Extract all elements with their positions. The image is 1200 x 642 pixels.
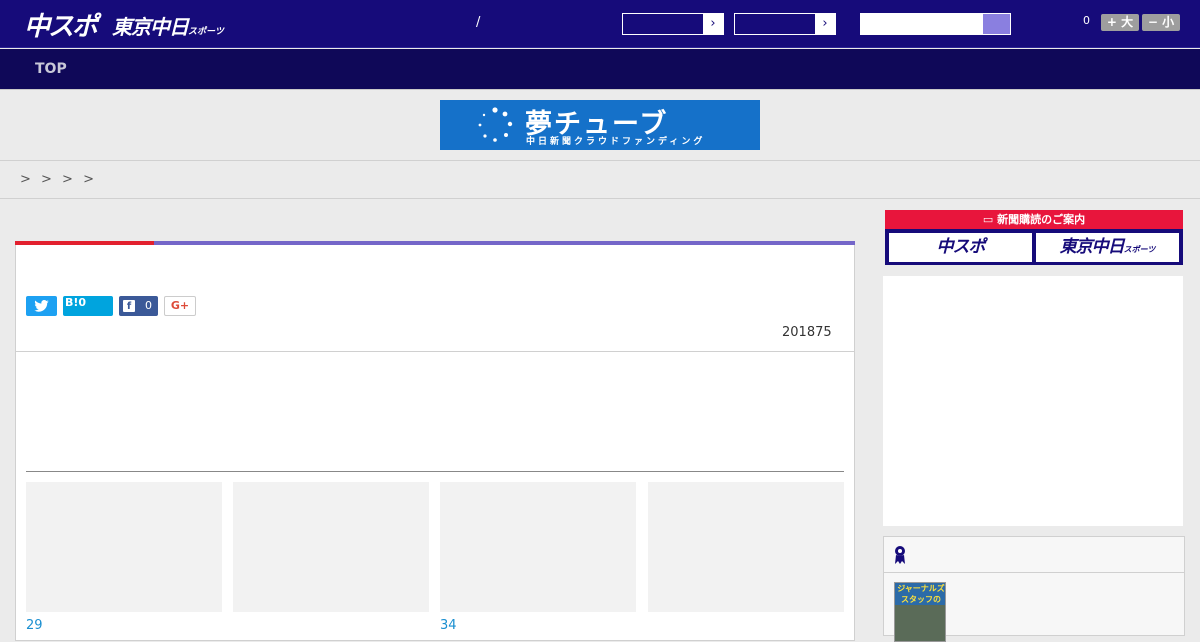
ranking-item-thumbnail[interactable]: ジャーナルズ スタッフの <box>894 582 946 642</box>
related-article-thumbnail[interactable] <box>648 482 844 612</box>
global-nav: TOP <box>0 49 1200 89</box>
related-article-link[interactable]: 34 <box>440 618 457 633</box>
category-select-2[interactable]: › <box>734 13 836 35</box>
search-button[interactable] <box>982 13 1011 35</box>
site-header: 中スポ 東京中日スポーツ / › › 0 + 大 − 小 <box>0 0 1200 48</box>
advertisement-slot[interactable] <box>883 276 1183 526</box>
dots-circle-icon <box>478 107 513 142</box>
twitter-share-button[interactable] <box>26 296 57 316</box>
chevron-right-icon: › <box>815 14 835 34</box>
yume-tube-banner[interactable]: 夢チューブ 中日新聞クラウドファンディング <box>440 100 760 150</box>
newspaper-icon: ▭ <box>982 213 998 226</box>
related-articles-divider <box>26 471 844 472</box>
ranking-ribbon-icon <box>895 546 905 564</box>
font-size-level: 0 <box>1083 14 1090 27</box>
facebook-share-button[interactable]: f 0 <box>119 296 158 316</box>
subscribe-tokyo-chunichi-button[interactable]: 東京中日スポーツ <box>1036 233 1179 262</box>
logo-tokyo-chunichi[interactable]: 東京中日スポーツ <box>112 11 224 40</box>
ranking-panel: ジャーナルズ スタッフの <box>883 536 1185 642</box>
article-accent-purple <box>154 241 855 245</box>
related-article-thumbnail[interactable] <box>26 482 222 612</box>
twitter-icon <box>34 300 49 312</box>
ranking-thumb-caption: ジャーナルズ スタッフの <box>895 583 945 605</box>
ranking-header <box>884 537 1184 573</box>
related-article-thumbnail[interactable] <box>233 482 429 612</box>
breadcrumb-divider-top <box>0 160 1200 161</box>
ranking-thumb-image <box>895 605 945 641</box>
breadcrumb[interactable]: > > > > <box>20 172 94 187</box>
nav-item-top[interactable]: TOP <box>35 61 67 77</box>
hatena-bookmark-icon: B! <box>65 296 79 309</box>
breadcrumb-divider-bottom <box>0 198 1200 199</box>
search-input[interactable] <box>860 13 982 35</box>
chevron-right-icon: › <box>703 14 723 34</box>
article-date: 201875 <box>782 325 832 340</box>
nav-divider <box>0 89 1200 90</box>
font-larger-button[interactable]: + 大 <box>1101 14 1139 31</box>
subscription-banner: ▭ 新聞購読のご案内 中スポ 東京中日スポーツ <box>885 210 1183 265</box>
article-accent-red <box>15 241 154 245</box>
google-plus-button[interactable]: G+ <box>164 296 196 316</box>
facebook-icon: f <box>123 300 135 312</box>
logo-chuspo[interactable]: 中スポ <box>24 6 98 43</box>
related-article-link[interactable]: 29 <box>26 618 43 633</box>
facebook-count: 0 <box>145 299 152 312</box>
subscription-title-text: 新聞購読のご案内 <box>997 213 1086 226</box>
category-select-1[interactable]: › <box>622 13 724 35</box>
font-smaller-button[interactable]: − 小 <box>1142 14 1180 31</box>
subscription-title: ▭ 新聞購読のご案内 <box>885 210 1183 229</box>
logo-tokyo-suffix: スポーツ <box>188 27 224 37</box>
hatena-count: 0 <box>78 296 87 309</box>
header-separator: / <box>476 15 481 30</box>
google-plus-icon: G+ <box>170 299 190 312</box>
related-article-thumbnail[interactable] <box>440 482 636 612</box>
subscribe-chuspo-button[interactable]: 中スポ <box>889 233 1032 262</box>
subscribe-tokyo-text: 東京中日 <box>1059 237 1125 257</box>
subscribe-tokyo-suffix: スポーツ <box>1123 245 1156 254</box>
article-divider <box>15 351 855 352</box>
banner-subtitle: 中日新聞クラウドファンディング <box>526 137 706 147</box>
hatena-bookmark-button[interactable]: B!0 <box>63 296 113 316</box>
logo-tokyo-text: 東京中日 <box>112 15 189 39</box>
